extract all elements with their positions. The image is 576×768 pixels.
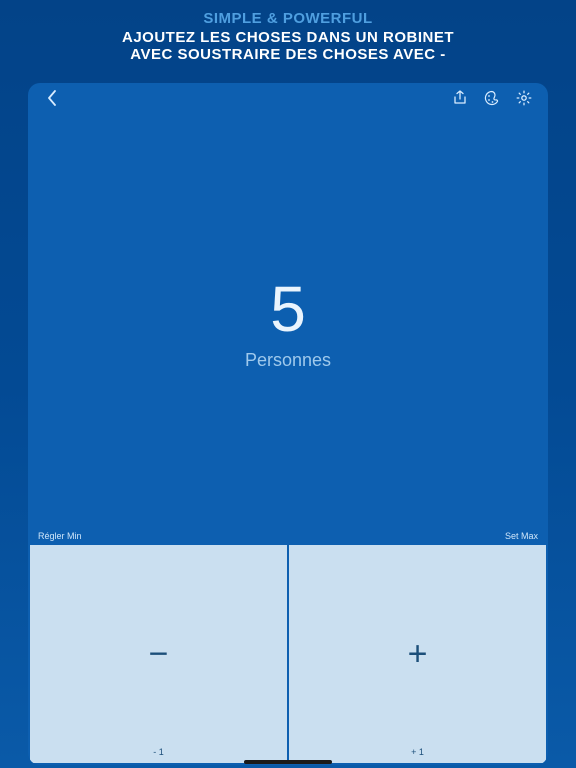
counter-display[interactable]: 5 Personnes xyxy=(28,113,548,529)
min-max-row: Régler Min Set Max xyxy=(28,529,548,545)
app-frame: 5 Personnes Régler Min Set Max − - 1 + +… xyxy=(28,83,548,765)
share-button[interactable] xyxy=(450,88,470,108)
counter-value: 5 xyxy=(270,272,306,346)
set-max-button[interactable]: Set Max xyxy=(505,531,538,541)
pad-row: − - 1 + + 1 xyxy=(28,545,548,765)
back-button[interactable] xyxy=(42,88,62,108)
home-indicator xyxy=(244,760,332,764)
counter-label: Personnes xyxy=(245,350,331,371)
promo-line-3: AVEC SOUSTRAIRE DES CHOSES AVEC - xyxy=(0,46,576,63)
settings-button[interactable] xyxy=(514,88,534,108)
topbar xyxy=(28,83,548,113)
promo-block: SIMPLE & POWERFUL AJOUTEZ LES CHOSES DAN… xyxy=(0,0,576,69)
minus-delta-label: - 1 xyxy=(153,747,164,757)
promo-line-1: SIMPLE & POWERFUL xyxy=(0,10,576,27)
minus-icon: − xyxy=(149,635,169,674)
minus-pad[interactable]: − - 1 xyxy=(30,545,287,763)
promo-line-2: AJOUTEZ LES CHOSES DANS UN ROBINET xyxy=(0,29,576,46)
set-min-button[interactable]: Régler Min xyxy=(38,531,82,541)
gear-icon xyxy=(516,90,532,106)
plus-delta-label: + 1 xyxy=(411,747,424,757)
chevron-left-icon xyxy=(47,90,57,106)
plus-pad[interactable]: + + 1 xyxy=(289,545,546,763)
share-icon xyxy=(453,90,467,106)
plus-icon: + xyxy=(408,635,428,674)
palette-icon xyxy=(484,90,500,106)
theme-button[interactable] xyxy=(482,88,502,108)
